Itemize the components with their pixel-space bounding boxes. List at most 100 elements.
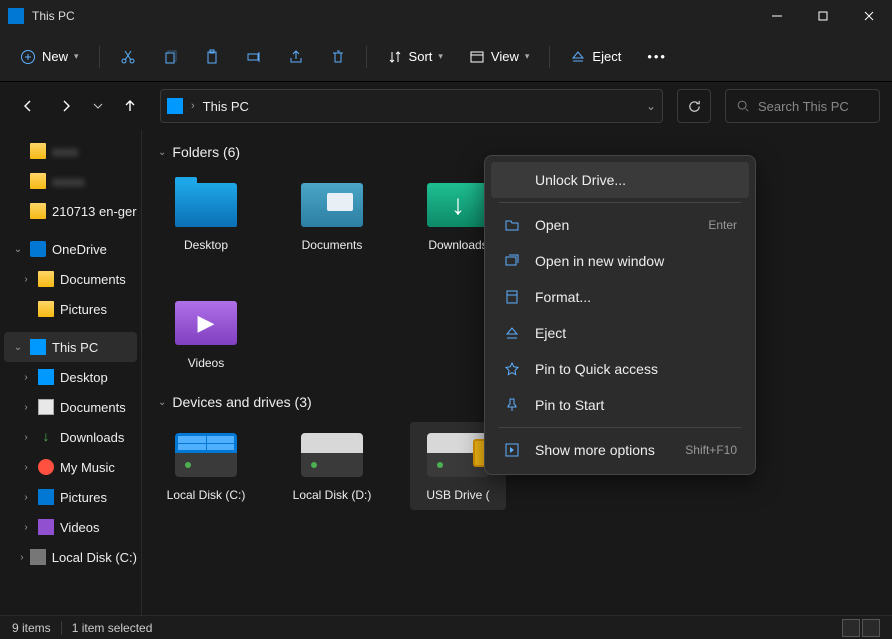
separator xyxy=(366,46,367,68)
ctx-eject[interactable]: Eject xyxy=(491,315,749,351)
chevron-down-icon[interactable]: ⌄ xyxy=(646,99,656,113)
chevron-right-icon[interactable]: › xyxy=(20,462,32,473)
chevron-down-icon: ▾ xyxy=(525,51,530,62)
view-label: View xyxy=(491,49,519,64)
documents-icon xyxy=(38,399,54,415)
folder-videos[interactable]: ▶Videos xyxy=(158,290,254,378)
tree-desktop[interactable]: ›Desktop xyxy=(4,362,137,392)
tree-downloads[interactable]: ›↓Downloads xyxy=(4,422,137,452)
folder-icon xyxy=(30,143,46,159)
chevron-down-icon: ⌄ xyxy=(158,147,166,158)
music-icon xyxy=(38,459,54,475)
rename-button[interactable] xyxy=(236,39,272,75)
share-button[interactable] xyxy=(278,39,314,75)
folder-documents[interactable]: Documents xyxy=(284,172,380,260)
quick-item-1[interactable]: xxxx xyxy=(4,136,137,166)
pc-icon xyxy=(167,98,183,114)
item-count: 9 items xyxy=(12,621,51,635)
new-window-icon xyxy=(503,252,521,270)
search-placeholder: Search This PC xyxy=(758,99,849,114)
chevron-down-icon: ▾ xyxy=(438,51,443,62)
tree-onedrive[interactable]: ⌄OneDrive xyxy=(4,234,137,264)
view-button[interactable]: View ▾ xyxy=(459,39,539,75)
main: xxxx xxxxx 210713 en-ger ⌄OneDrive ›Docu… xyxy=(0,130,892,615)
eject-toolbar-button[interactable]: Eject xyxy=(560,39,631,75)
open-icon xyxy=(503,216,521,234)
ctx-unlock-drive[interactable]: Unlock Drive... xyxy=(491,162,749,198)
forward-button[interactable] xyxy=(50,90,82,122)
delete-button[interactable] xyxy=(320,39,356,75)
search-box[interactable]: Search This PC xyxy=(725,89,880,123)
cut-button[interactable] xyxy=(110,39,146,75)
sort-button[interactable]: Sort ▾ xyxy=(377,39,453,75)
drive-icon xyxy=(30,549,46,565)
separator xyxy=(61,621,62,635)
eject-label: Eject xyxy=(592,49,621,64)
ctx-open[interactable]: OpenEnter xyxy=(491,207,749,243)
paste-button[interactable] xyxy=(194,39,230,75)
copy-button[interactable] xyxy=(152,39,188,75)
window-title: This PC xyxy=(32,9,754,23)
nav-tree: xxxx xxxxx 210713 en-ger ⌄OneDrive ›Docu… xyxy=(0,130,142,615)
downloads-icon: ↓ xyxy=(38,429,54,445)
quick-item-3[interactable]: 210713 en-ger xyxy=(4,196,137,226)
more-button[interactable]: ••• xyxy=(637,39,677,75)
address-bar[interactable]: › This PC ⌄ xyxy=(160,89,663,123)
quick-item-2[interactable]: xxxxx xyxy=(4,166,137,196)
ctx-open-new-window[interactable]: Open in new window xyxy=(491,243,749,279)
tree-local-c[interactable]: ›Local Disk (C:) xyxy=(4,542,137,572)
icons-view-button[interactable] xyxy=(862,619,880,637)
search-icon xyxy=(736,99,750,113)
tree-pictures[interactable]: ›Pictures xyxy=(4,482,137,512)
chevron-right-icon[interactable]: › xyxy=(20,552,24,563)
pictures-icon xyxy=(38,489,54,505)
chevron-right-icon[interactable]: › xyxy=(20,432,32,443)
chevron-right-icon[interactable]: › xyxy=(20,402,32,413)
chevron-right-icon[interactable]: › xyxy=(20,492,32,503)
chevron-down-icon[interactable]: ⌄ xyxy=(12,244,24,255)
view-toggle xyxy=(842,619,880,637)
folder-icon xyxy=(30,203,46,219)
drive-icon xyxy=(175,433,237,477)
toolbar: New ▾ Sort ▾ View ▾ Eject ••• xyxy=(0,32,892,82)
back-button[interactable] xyxy=(12,90,44,122)
chevron-right-icon[interactable]: › xyxy=(20,522,32,533)
desktop-folder-icon xyxy=(175,183,237,227)
tree-od-pictures[interactable]: Pictures xyxy=(4,294,137,324)
new-button[interactable]: New ▾ xyxy=(10,39,89,75)
separator xyxy=(549,46,550,68)
drive-c[interactable]: Local Disk (C:) xyxy=(158,422,254,510)
separator xyxy=(99,46,100,68)
folder-icon xyxy=(30,173,46,189)
separator xyxy=(499,202,741,203)
details-view-button[interactable] xyxy=(842,619,860,637)
close-button[interactable] xyxy=(846,0,892,32)
breadcrumb-thispc[interactable]: This PC xyxy=(203,99,249,114)
ctx-format[interactable]: Format... xyxy=(491,279,749,315)
tree-music[interactable]: ›My Music xyxy=(4,452,137,482)
drive-d[interactable]: Local Disk (D:) xyxy=(284,422,380,510)
tree-od-documents[interactable]: ›Documents xyxy=(4,264,137,294)
chevron-down-icon: ▾ xyxy=(74,51,79,62)
chevron-down-icon[interactable]: ⌄ xyxy=(12,342,24,353)
eject-icon xyxy=(503,324,521,342)
ctx-pin-quick[interactable]: Pin to Quick access xyxy=(491,351,749,387)
recent-button[interactable] xyxy=(88,90,108,122)
separator xyxy=(499,427,741,428)
maximize-button[interactable] xyxy=(800,0,846,32)
downloads-folder-icon: ↓ xyxy=(427,183,489,227)
ctx-pin-start[interactable]: Pin to Start xyxy=(491,387,749,423)
breadcrumb-separator: › xyxy=(191,100,195,112)
chevron-right-icon[interactable]: › xyxy=(20,274,32,285)
ctx-more-options[interactable]: Show more optionsShift+F10 xyxy=(491,432,749,468)
chevron-right-icon[interactable]: › xyxy=(20,372,32,383)
documents-folder-icon xyxy=(301,183,363,227)
folder-desktop[interactable]: Desktop xyxy=(158,172,254,260)
up-button[interactable] xyxy=(114,90,146,122)
tree-documents[interactable]: ›Documents xyxy=(4,392,137,422)
tree-thispc[interactable]: ⌄This PC xyxy=(4,332,137,362)
new-label: New xyxy=(42,49,68,64)
minimize-button[interactable] xyxy=(754,0,800,32)
tree-videos[interactable]: ›Videos xyxy=(4,512,137,542)
refresh-button[interactable] xyxy=(677,89,711,123)
